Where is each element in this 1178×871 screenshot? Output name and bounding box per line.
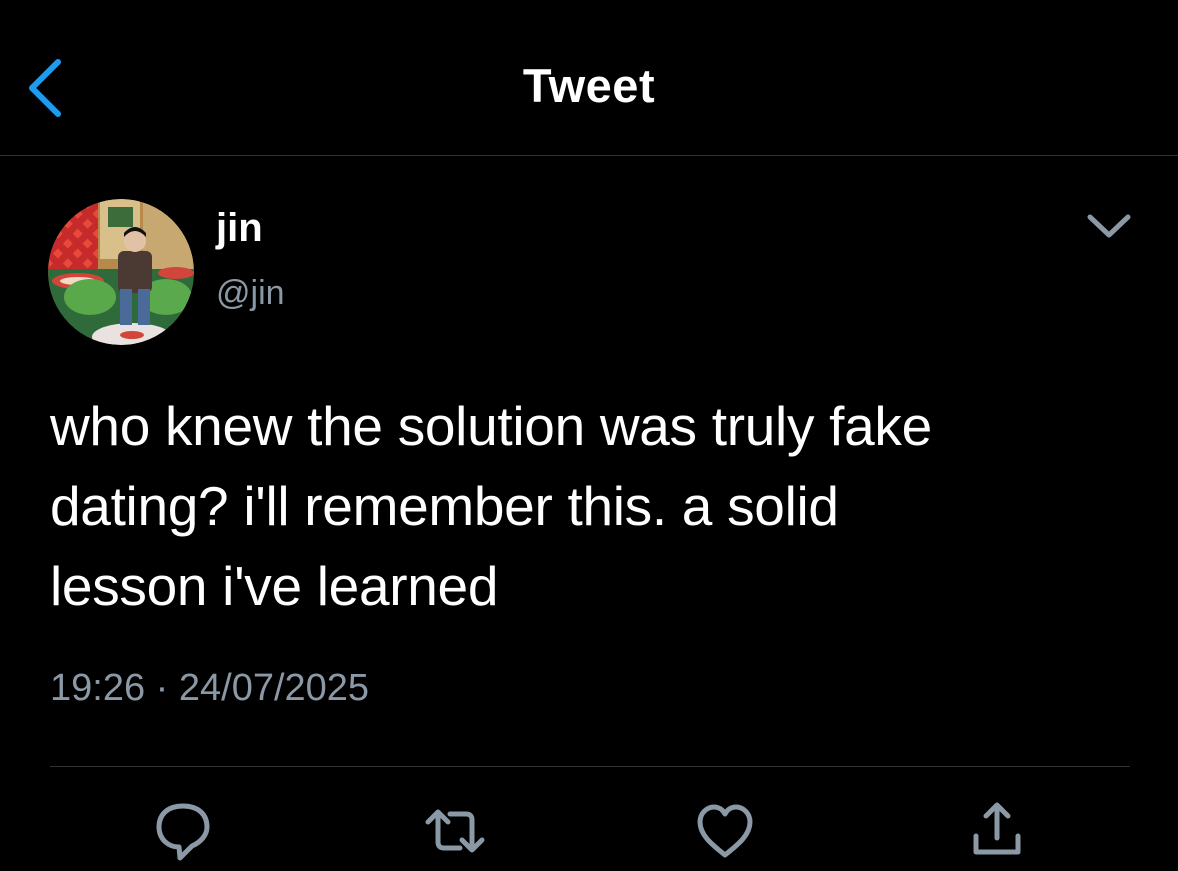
like-button[interactable] [690, 796, 760, 866]
timestamp-separator: · [155, 667, 169, 709]
actions-divider [50, 766, 1130, 767]
share-button[interactable] [962, 796, 1032, 866]
reply-icon [156, 803, 210, 861]
chevron-down-icon [1087, 214, 1131, 238]
avatar-photo [48, 199, 194, 345]
tweet-text-line: lesson i've learned [50, 555, 499, 617]
heart-icon [697, 804, 753, 858]
page-title: Tweet [522, 59, 656, 112]
tweet-time: 19:26 [50, 667, 146, 709]
author-handle[interactable]: @jin [216, 276, 285, 310]
tweet-date: 24/07/2025 [178, 667, 370, 709]
reply-button[interactable] [148, 796, 218, 866]
retweet-button[interactable] [420, 796, 490, 866]
tweet-timestamp: 19:26 · 24/07/2025 [50, 669, 369, 707]
header-divider [0, 155, 1178, 156]
author-display-name[interactable]: jin [216, 208, 263, 248]
tweet-actions [0, 796, 1178, 868]
more-options-button[interactable] [1084, 205, 1134, 245]
tweet-text-line: dating? i'll remember this. a solid [50, 475, 839, 537]
avatar[interactable] [48, 199, 194, 345]
share-icon [973, 802, 1021, 855]
retweet-icon [425, 809, 485, 853]
tweet-text-line: who knew the solution was truly fake [50, 395, 932, 457]
top-bar: Tweet [0, 0, 1178, 155]
tweet-text: who knew the solution was truly fake dat… [50, 386, 1130, 626]
